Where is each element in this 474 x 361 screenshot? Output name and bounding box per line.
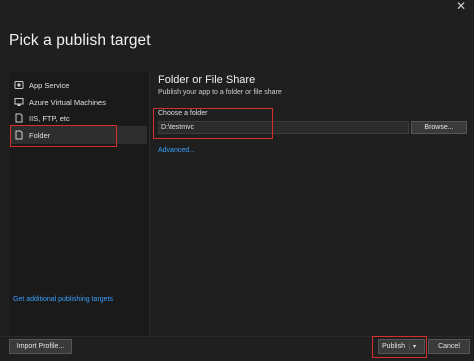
chevron-down-icon[interactable]: ▾: [408, 343, 416, 350]
virtual-machine-icon: [14, 97, 24, 107]
sidebar-item-iis-ftp[interactable]: IIS, FTP, etc: [11, 109, 147, 127]
sidebar-item-folder[interactable]: Folder: [11, 126, 147, 144]
publish-button-label: Publish: [382, 343, 405, 350]
footer-divider: [0, 336, 474, 337]
choose-folder-label: Choose a folder: [158, 110, 208, 117]
sidebar-item-label: IIS, FTP, etc: [29, 113, 70, 123]
sidebar-item-label: Azure Virtual Machines: [29, 97, 106, 107]
target-subheading: Publish your app to a folder or file sha…: [158, 89, 282, 96]
dialog-title: Pick a publish target: [9, 32, 151, 49]
advanced-link[interactable]: Advanced...: [158, 147, 195, 154]
sidebar-item-label: App Service: [29, 80, 70, 90]
get-more-targets-link[interactable]: Get additional publishing targets: [13, 296, 113, 303]
publish-button[interactable]: Publish ▾: [378, 339, 425, 354]
folder-icon: [14, 130, 24, 140]
cancel-button[interactable]: Cancel: [428, 339, 470, 354]
target-heading: Folder or File Share: [158, 74, 256, 86]
sidebar-item-app-service[interactable]: App Service: [11, 76, 147, 94]
iis-ftp-icon: [14, 113, 24, 123]
app-service-icon: [14, 80, 24, 90]
folder-path-input[interactable]: D:\testmvc: [158, 121, 409, 134]
browse-button[interactable]: Browse...: [411, 121, 467, 134]
divider: [149, 72, 150, 336]
import-profile-button[interactable]: Import Profile...: [9, 339, 72, 354]
close-icon[interactable]: ✕: [456, 0, 466, 12]
sidebar-item-label: Folder: [29, 130, 51, 140]
